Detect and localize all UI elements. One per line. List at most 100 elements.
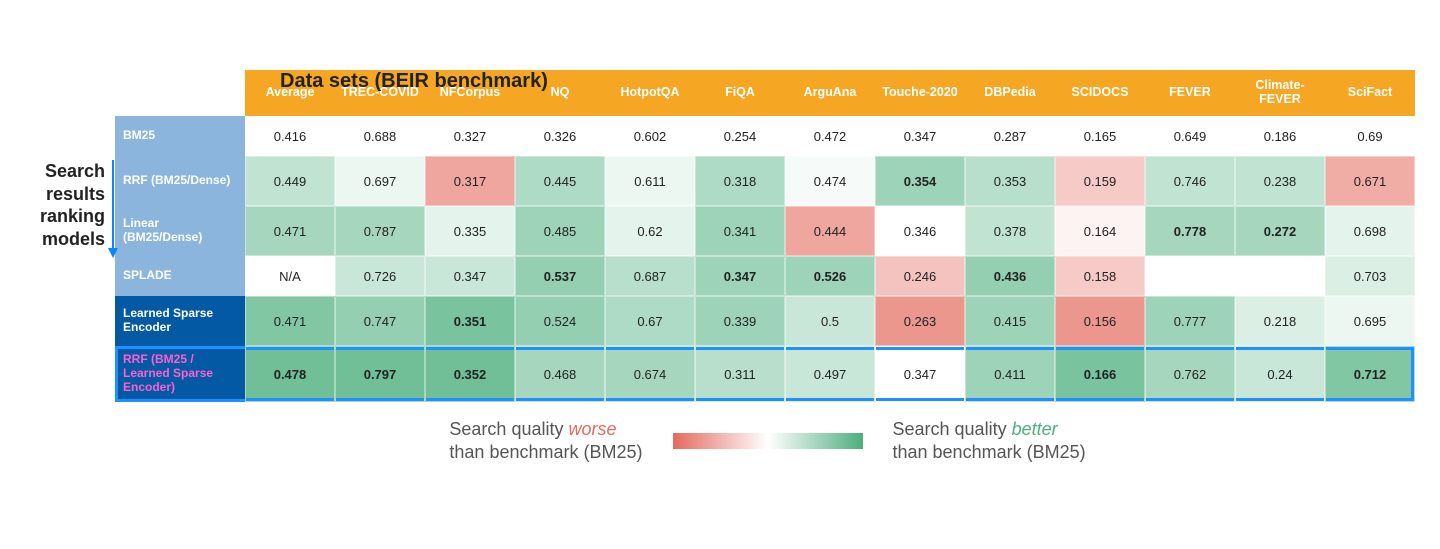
legend-gradient-icon	[673, 433, 863, 449]
cell-0-10: 0.649	[1145, 116, 1235, 156]
cell-3-6: 0.526	[785, 256, 875, 296]
legend-better-prefix: Search quality	[893, 419, 1012, 439]
cell-1-5: 0.318	[695, 156, 785, 206]
cell-4-12: 0.695	[1325, 296, 1415, 346]
legend-better-suffix: than benchmark (BM25)	[893, 442, 1086, 462]
cell-3-11	[1235, 256, 1325, 296]
cell-2-12: 0.698	[1325, 206, 1415, 256]
col-hdr-12: SciFact	[1325, 70, 1415, 116]
cell-1-6: 0.474	[785, 156, 875, 206]
cell-0-9: 0.165	[1055, 116, 1145, 156]
cell-2-8: 0.378	[965, 206, 1055, 256]
cell-2-0: 0.471	[245, 206, 335, 256]
cell-3-2: 0.347	[425, 256, 515, 296]
cell-4-11: 0.218	[1235, 296, 1325, 346]
cell-1-0: 0.449	[245, 156, 335, 206]
col-hdr-9: SCIDOCS	[1055, 70, 1145, 116]
row-hdr-5: RRF (BM25 / Learned Sparse Encoder)	[115, 346, 245, 402]
col-hdr-11: Climate-FEVER	[1235, 70, 1325, 116]
cell-1-1: 0.697	[335, 156, 425, 206]
row-hdr-0: BM25	[115, 116, 245, 156]
cell-4-0: 0.471	[245, 296, 335, 346]
cell-0-1: 0.688	[335, 116, 425, 156]
legend-worse-word: worse	[568, 419, 616, 439]
cell-3-12: 0.703	[1325, 256, 1415, 296]
cell-5-6: 0.497	[785, 346, 875, 402]
cell-5-4: 0.674	[605, 346, 695, 402]
cell-4-6: 0.5	[785, 296, 875, 346]
cell-2-6: 0.444	[785, 206, 875, 256]
cell-1-12: 0.671	[1325, 156, 1415, 206]
cell-1-3: 0.445	[515, 156, 605, 206]
cell-2-11: 0.272	[1235, 206, 1325, 256]
cell-1-4: 0.611	[605, 156, 695, 206]
cell-0-6: 0.472	[785, 116, 875, 156]
col-hdr-5: FiQA	[695, 70, 785, 116]
cell-5-8: 0.411	[965, 346, 1055, 402]
cell-2-7: 0.346	[875, 206, 965, 256]
row-hdr-1: RRF (BM25/Dense)	[115, 156, 245, 206]
col-hdr-10: FEVER	[1145, 70, 1235, 116]
cell-4-10: 0.777	[1145, 296, 1235, 346]
col-hdr-8: DBPedia	[965, 70, 1055, 116]
cell-5-0: 0.478	[245, 346, 335, 402]
cell-3-1: 0.726	[335, 256, 425, 296]
cell-5-10: 0.762	[1145, 346, 1235, 402]
cell-4-4: 0.67	[605, 296, 695, 346]
cell-3-8: 0.436	[965, 256, 1055, 296]
cell-1-2: 0.317	[425, 156, 515, 206]
cell-5-2: 0.352	[425, 346, 515, 402]
legend-worse: Search quality worse than benchmark (BM2…	[449, 418, 642, 463]
cell-1-10: 0.746	[1145, 156, 1235, 206]
col-hdr-6: ArguAna	[785, 70, 875, 116]
col-hdr-7: Touche-2020	[875, 70, 965, 116]
cell-2-3: 0.485	[515, 206, 605, 256]
cell-3-4: 0.687	[605, 256, 695, 296]
cell-5-3: 0.468	[515, 346, 605, 402]
cell-4-5: 0.339	[695, 296, 785, 346]
cell-0-12: 0.69	[1325, 116, 1415, 156]
cell-0-2: 0.327	[425, 116, 515, 156]
legend-better-word: better	[1012, 419, 1058, 439]
cell-2-9: 0.164	[1055, 206, 1145, 256]
cell-1-11: 0.238	[1235, 156, 1325, 206]
cell-1-8: 0.353	[965, 156, 1055, 206]
cell-5-12: 0.712	[1325, 346, 1415, 402]
models-title: Search results ranking models	[30, 160, 105, 250]
cell-3-7: 0.246	[875, 256, 965, 296]
cell-0-8: 0.287	[965, 116, 1055, 156]
cell-4-3: 0.524	[515, 296, 605, 346]
cell-4-2: 0.351	[425, 296, 515, 346]
cell-5-5: 0.311	[695, 346, 785, 402]
cell-1-7: 0.354	[875, 156, 965, 206]
arrow-x-icon	[280, 100, 540, 102]
cell-2-1: 0.787	[335, 206, 425, 256]
cell-0-4: 0.602	[605, 116, 695, 156]
cell-3-10	[1145, 256, 1235, 296]
cell-0-11: 0.186	[1235, 116, 1325, 156]
legend-worse-suffix: than benchmark (BM25)	[449, 442, 642, 462]
arrow-y-icon	[112, 160, 114, 250]
cell-4-1: 0.747	[335, 296, 425, 346]
cell-3-5: 0.347	[695, 256, 785, 296]
cell-0-5: 0.254	[695, 116, 785, 156]
datasets-title: Data sets (BEIR benchmark)	[280, 70, 548, 93]
cell-4-9: 0.156	[1055, 296, 1145, 346]
row-hdr-4: Learned Sparse Encoder	[115, 296, 245, 346]
cell-5-11: 0.24	[1235, 346, 1325, 402]
cell-3-0: N/A	[245, 256, 335, 296]
cell-4-8: 0.415	[965, 296, 1055, 346]
cell-2-10: 0.778	[1145, 206, 1235, 256]
cell-1-9: 0.159	[1055, 156, 1145, 206]
legend: Search quality worse than benchmark (BM2…	[115, 418, 1420, 463]
cell-5-9: 0.166	[1055, 346, 1145, 402]
cell-5-1: 0.797	[335, 346, 425, 402]
cell-2-2: 0.335	[425, 206, 515, 256]
cell-5-7: 0.347	[875, 346, 965, 402]
cell-0-0: 0.416	[245, 116, 335, 156]
row-hdr-3: SPLADE	[115, 256, 245, 296]
cell-0-3: 0.326	[515, 116, 605, 156]
row-hdr-2: Linear (BM25/Dense)	[115, 206, 245, 256]
cell-4-7: 0.263	[875, 296, 965, 346]
cell-3-9: 0.158	[1055, 256, 1145, 296]
